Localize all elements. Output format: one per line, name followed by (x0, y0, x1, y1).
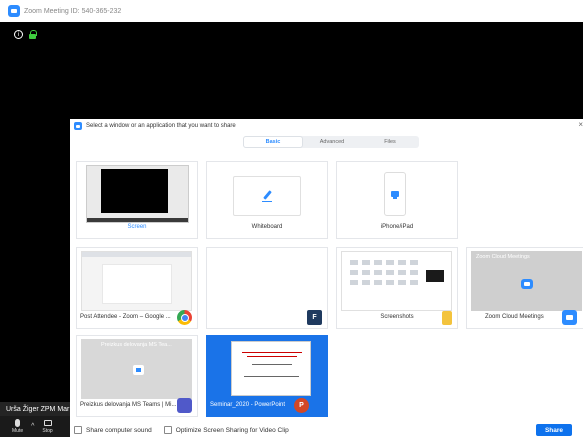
dialog-footer: Share computer sound Optimize Screen Sha… (70, 423, 583, 437)
airplay-icon (391, 191, 399, 199)
share-sound-checkbox[interactable] (74, 426, 82, 434)
stop-label: Stop (42, 427, 53, 434)
tab-files[interactable]: Files (361, 136, 419, 148)
window-title: Zoom Meeting ID: 540-365-232 (24, 7, 122, 15)
share-button[interactable]: Share (536, 424, 572, 436)
pen-icon (261, 190, 273, 202)
stop-video-button[interactable]: Stop (42, 419, 53, 434)
chrome-icon (177, 310, 192, 325)
optimize-video-checkbox[interactable] (163, 426, 172, 434)
camera-icon (133, 365, 144, 375)
share-tile-f-app[interactable]: F (206, 247, 328, 329)
lock-icon[interactable] (29, 30, 37, 39)
window-thumbnail (81, 251, 192, 311)
dialog-title: Select a window or an application that y… (86, 123, 236, 129)
microphone-icon (15, 419, 21, 427)
share-tile-screen[interactable]: Screen (76, 161, 198, 239)
folder-thumbnail (341, 251, 452, 311)
tile-label: Screen (127, 224, 147, 230)
zoom-window-thumbnail: Zoom Cloud Meetings (471, 251, 582, 311)
folder-icon (442, 311, 452, 325)
share-tile-iphone-ipad[interactable]: iPhone/iPad (336, 161, 458, 239)
share-tile-screenshots[interactable]: Screenshots (336, 247, 458, 329)
teams-window-thumbnail: Preizkus delovanja MS Tea... (81, 339, 192, 399)
window-titlebar: Zoom Meeting ID: 540-365-232 (0, 0, 583, 22)
zoom-logo-icon (8, 5, 20, 17)
mute-button[interactable]: Mute (12, 419, 23, 434)
tab-basic[interactable]: Basic (243, 136, 303, 148)
mute-label: Mute (12, 428, 24, 434)
whiteboard-thumbnail (233, 176, 301, 216)
share-sound-label: Share computer sound (86, 426, 152, 434)
tile-label: Screenshots (380, 314, 414, 320)
optimize-video-label: Optimize Screen Sharing for Video Clip (175, 426, 289, 434)
screen-thumbnail (86, 165, 189, 223)
ipad-thumbnail (384, 172, 406, 216)
tile-label: Seminar_2020 - PowerPoint (210, 402, 286, 408)
tile-label: Whiteboard (251, 224, 283, 230)
f-app-icon: F (307, 310, 322, 325)
zoom-icon (562, 310, 577, 325)
chevron-up-icon[interactable]: ^ (31, 423, 34, 431)
share-tile-teams-window[interactable]: Preizkus delovanja MS Tea... Preizkus de… (76, 335, 198, 417)
share-tile-whiteboard[interactable]: Whiteboard (206, 161, 328, 239)
share-tile-zoom-cloud[interactable]: Zoom Cloud Meetings Zoom Cloud Meetings (466, 247, 583, 329)
powerpoint-icon: P (294, 398, 309, 413)
dialog-header: Select a window or an application that y… (70, 119, 583, 133)
close-icon[interactable]: × (578, 120, 583, 129)
powerpoint-thumbnail (231, 341, 311, 396)
participant-name: Urša Žiger ZPM Mar (0, 402, 72, 416)
thumb-title: Preizkus delovanja MS Tea... (101, 342, 172, 348)
meeting-toolbar: Mute ^ Stop (0, 416, 72, 437)
share-tile-powerpoint[interactable]: Seminar_2020 - PowerPoint P (206, 335, 328, 417)
info-icon[interactable]: i (14, 30, 23, 39)
video-camera-icon (43, 419, 52, 426)
share-tile-chrome-window[interactable]: Post Attendee - Zoom – Google ... (76, 247, 198, 329)
share-tabs: Basic Advanced Files (243, 136, 419, 148)
tile-label: iPhone/iPad (380, 224, 414, 230)
zoom-logo-icon (74, 122, 82, 130)
tab-advanced[interactable]: Advanced (303, 136, 361, 148)
meeting-status-icons: i (14, 30, 37, 39)
zoom-camera-icon (521, 279, 533, 289)
share-screen-dialog: Select a window or an application that y… (70, 119, 583, 437)
thumb-title: Zoom Cloud Meetings (476, 254, 530, 260)
teams-icon (177, 398, 192, 413)
